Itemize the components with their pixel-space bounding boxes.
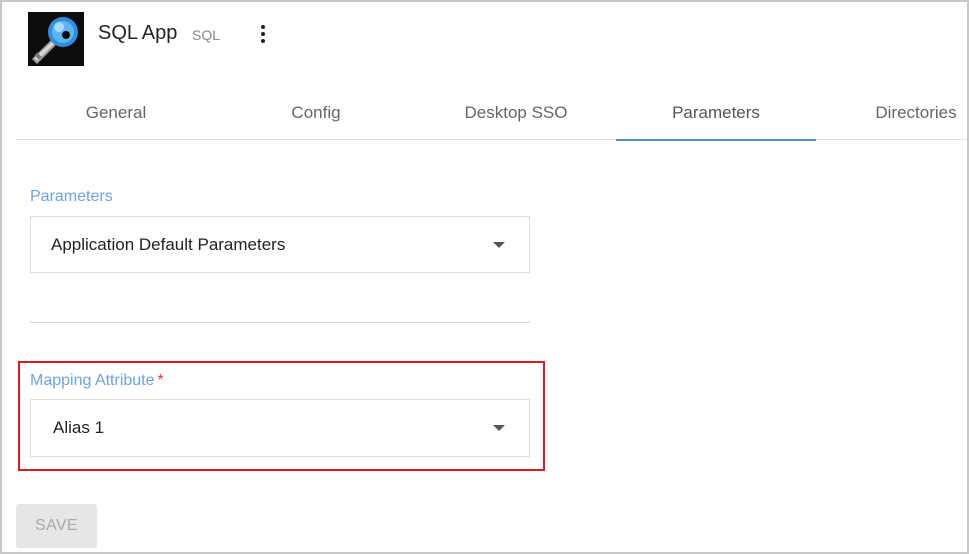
chevron-down-icon bbox=[493, 241, 505, 248]
parameters-label: Parameters bbox=[30, 188, 113, 205]
tab-directories[interactable]: Directories bbox=[816, 86, 967, 140]
tab-desktop-sso[interactable]: Desktop SSO bbox=[416, 86, 616, 140]
save-button[interactable]: SAVE bbox=[16, 504, 97, 548]
parameters-select[interactable]: Application Default Parameters bbox=[30, 216, 530, 273]
required-asterisk: * bbox=[157, 372, 164, 389]
app-window: SQL App SQL General Config Desktop SSO P… bbox=[0, 0, 969, 554]
app-type-badge: SQL bbox=[192, 27, 221, 43]
tab-general[interactable]: General bbox=[16, 86, 216, 140]
tab-parameters[interactable]: Parameters bbox=[616, 86, 816, 141]
tab-config[interactable]: Config bbox=[216, 86, 416, 140]
parameters-select-value: Application Default Parameters bbox=[51, 234, 286, 254]
mapping-attribute-label-text: Mapping Attribute bbox=[30, 372, 155, 389]
app-title: SQL App bbox=[98, 22, 178, 44]
mapping-attribute-label: Mapping Attribute * bbox=[30, 372, 164, 390]
tab-bar: General Config Desktop SSO Parameters Di… bbox=[16, 86, 967, 141]
more-options-icon[interactable] bbox=[252, 20, 274, 48]
mapping-attribute-select-value: Alias 1 bbox=[53, 418, 105, 437]
key-icon bbox=[28, 12, 84, 66]
divider bbox=[30, 322, 530, 323]
chevron-down-icon bbox=[493, 425, 505, 431]
mapping-attribute-select[interactable]: Alias 1 bbox=[30, 399, 530, 457]
